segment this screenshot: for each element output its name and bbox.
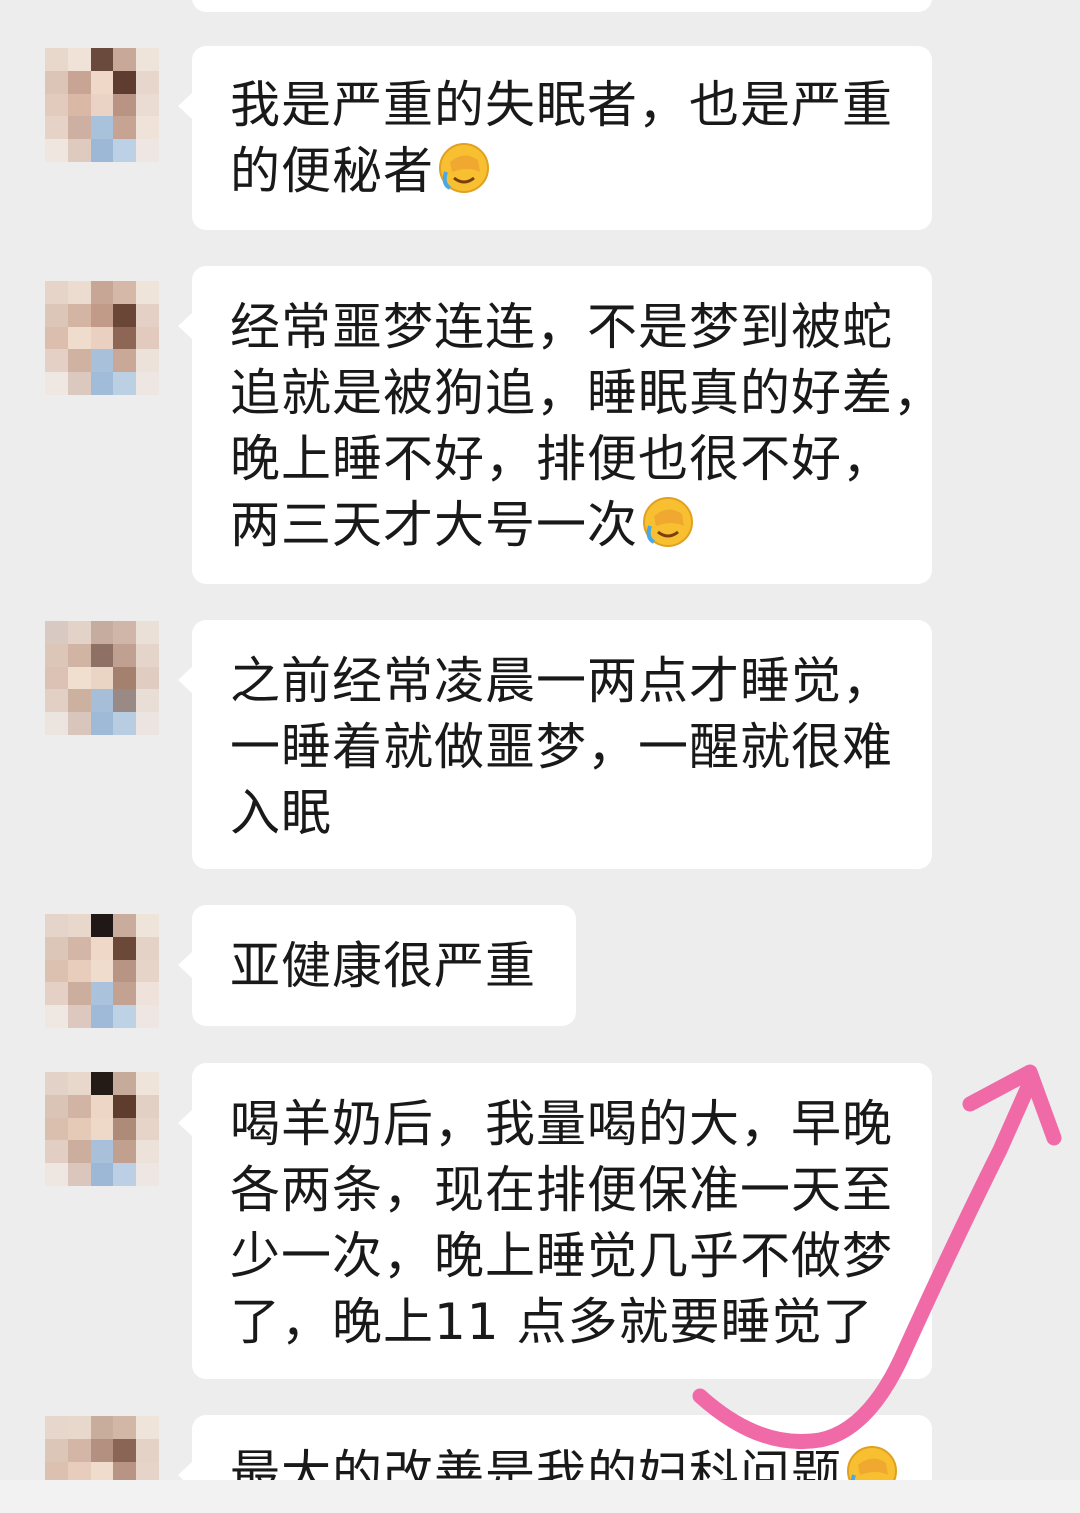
message-line: 晚上睡不好，排便也很不好， — [230, 430, 893, 488]
sender-avatar[interactable] — [45, 48, 159, 162]
message-line: 追就是被狗追，睡眠真的好差， — [230, 364, 944, 422]
sender-avatar[interactable] — [45, 281, 159, 395]
message-line: 之前经常凌晨一两点才睡觉， — [230, 652, 893, 710]
message-line: 喝羊奶后，我量喝的大，早晚 — [230, 1095, 893, 1153]
message-bubble[interactable]: 之前经常凌晨一两点才睡觉， 一睡着就做噩梦，一醒就很难 入眠 — [178, 620, 932, 869]
message-bubble[interactable]: 我是严重的失眠者，也是严重 的便秘者 — [178, 46, 932, 230]
message-line: 亚健康很严重 — [230, 937, 536, 995]
message-line: 我是严重的失眠者，也是严重 — [230, 76, 893, 134]
message-line: 了，晚上11 点多就要睡觉了 — [230, 1293, 874, 1351]
bottom-edge — [0, 1480, 1080, 1513]
face-palm-emoji-icon — [642, 496, 694, 548]
message-line: 少一次，晚上睡觉几乎不做梦 — [230, 1227, 893, 1285]
message-line: 的便秘者 — [230, 138, 896, 204]
sender-avatar[interactable] — [45, 621, 159, 735]
previous-message-bubble — [192, 0, 932, 12]
message-line: 一睡着就做噩梦，一醒就很难 — [230, 718, 893, 776]
chat-view: 我是严重的失眠者，也是严重 的便秘者 经常噩梦连连，不是梦到被蛇 追就是被狗追，… — [0, 0, 1080, 1513]
message-line: 经常噩梦连连，不是梦到被蛇 — [230, 298, 893, 356]
message-line: 入眠 — [230, 784, 332, 842]
sender-avatar[interactable] — [45, 914, 159, 1028]
message-bubble[interactable]: 经常噩梦连连，不是梦到被蛇 追就是被狗追，睡眠真的好差， 晚上睡不好，排便也很不… — [178, 266, 944, 584]
sender-avatar[interactable] — [45, 1072, 159, 1186]
message-bubble[interactable]: 喝羊奶后，我量喝的大，早晚 各两条，现在排便保准一天至 少一次，晚上睡觉几乎不做… — [178, 1063, 932, 1379]
message-bubble[interactable]: 亚健康很严重 — [178, 905, 576, 1026]
message-line: 两三天才大号一次 — [230, 492, 896, 558]
message-line: 各两条，现在排便保准一天至 — [230, 1161, 893, 1219]
face-palm-emoji-icon — [438, 142, 490, 194]
